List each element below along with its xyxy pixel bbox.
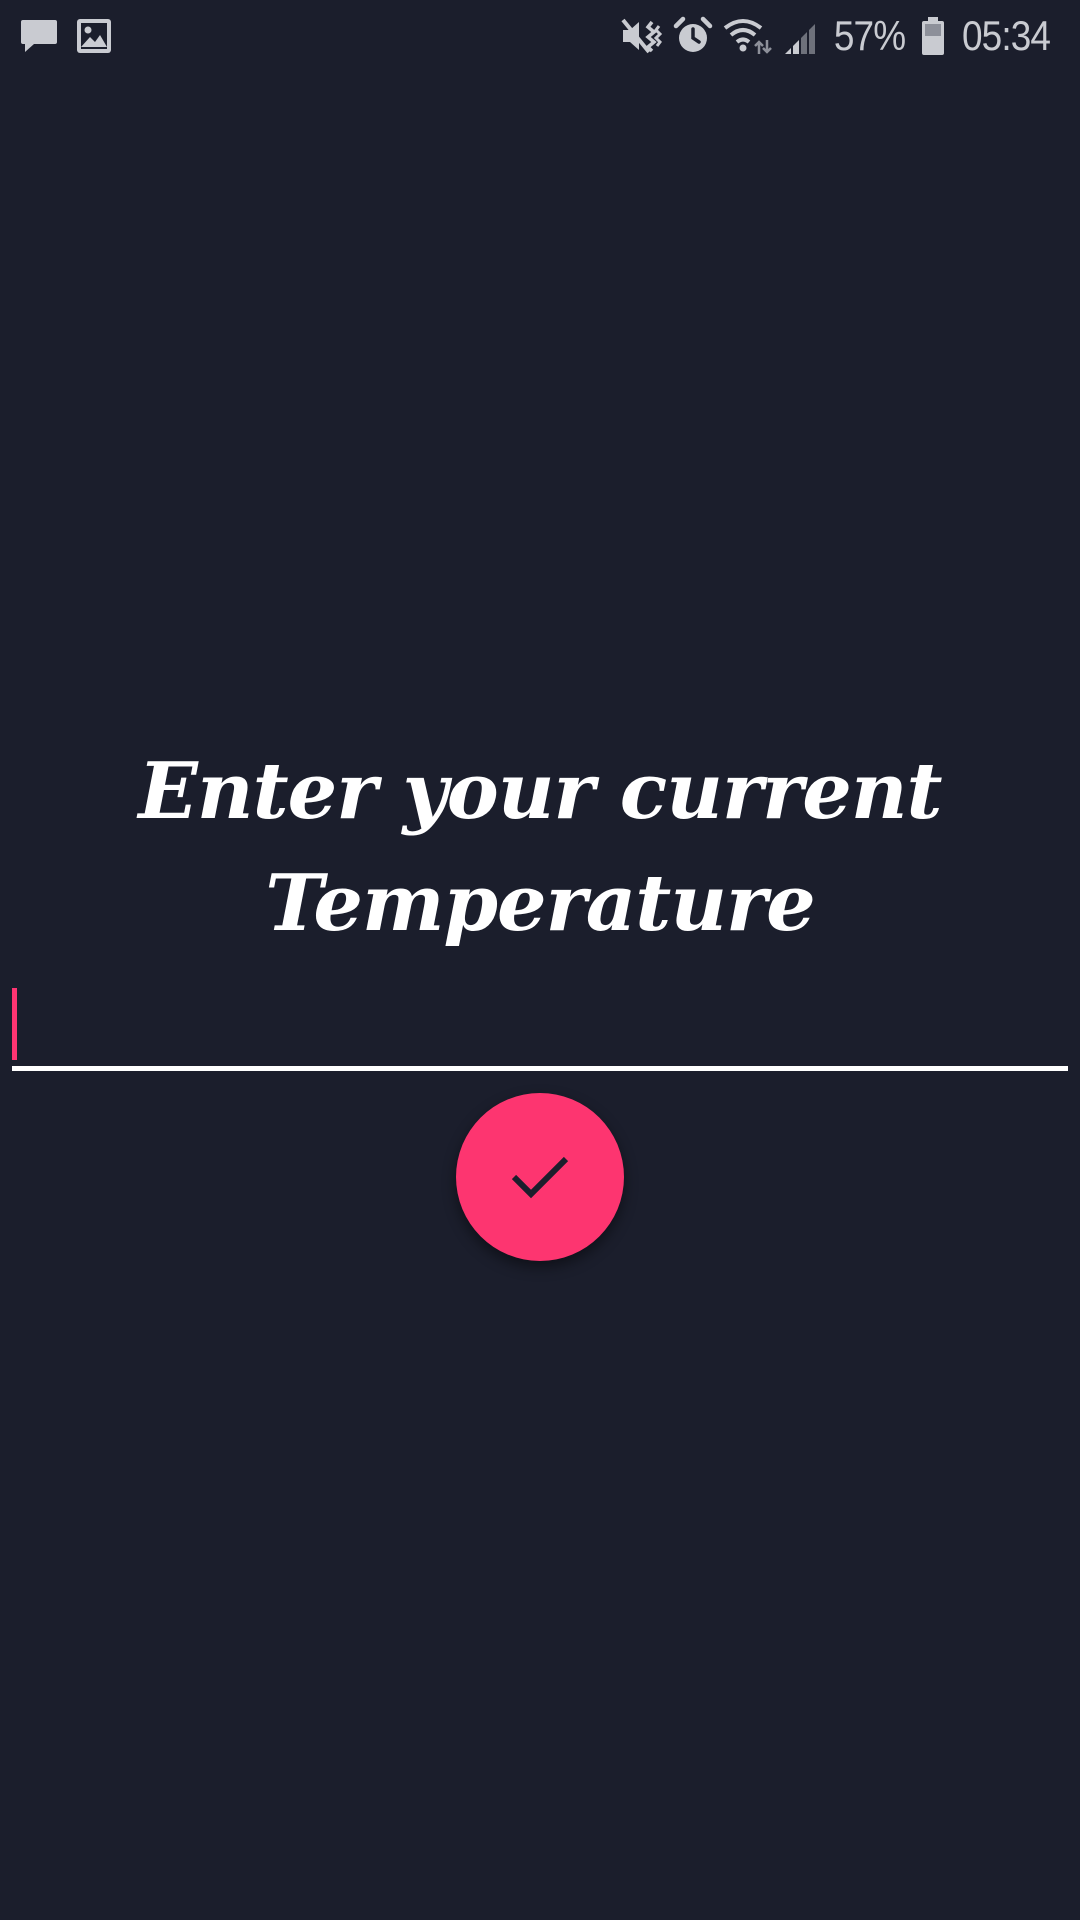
clock: 05:34 xyxy=(961,12,1051,59)
alarm-icon xyxy=(673,16,713,56)
battery-percent: 57% xyxy=(833,12,906,59)
mute-vibrate-icon xyxy=(621,16,663,56)
page-title-line1: Enter your current xyxy=(138,746,942,837)
status-bar-notifications xyxy=(20,16,112,56)
image-icon xyxy=(76,18,112,54)
page-title-line2: Temperature xyxy=(265,858,816,949)
wifi-icon xyxy=(723,16,773,56)
signal-icon xyxy=(783,16,819,56)
page-title: Enter your current Temperature xyxy=(0,736,1080,960)
check-icon xyxy=(510,1153,570,1201)
battery-icon xyxy=(920,16,946,56)
input-underline xyxy=(12,1066,1068,1071)
temperature-input[interactable] xyxy=(12,984,1068,1064)
submit-button[interactable] xyxy=(456,1093,624,1261)
status-bar-system: 57% 05:34 xyxy=(621,10,1056,62)
message-icon xyxy=(20,18,58,54)
temperature-input-container[interactable] xyxy=(12,984,1068,1072)
text-cursor xyxy=(12,988,17,1060)
status-bar: 57% 05:34 xyxy=(0,0,1080,72)
